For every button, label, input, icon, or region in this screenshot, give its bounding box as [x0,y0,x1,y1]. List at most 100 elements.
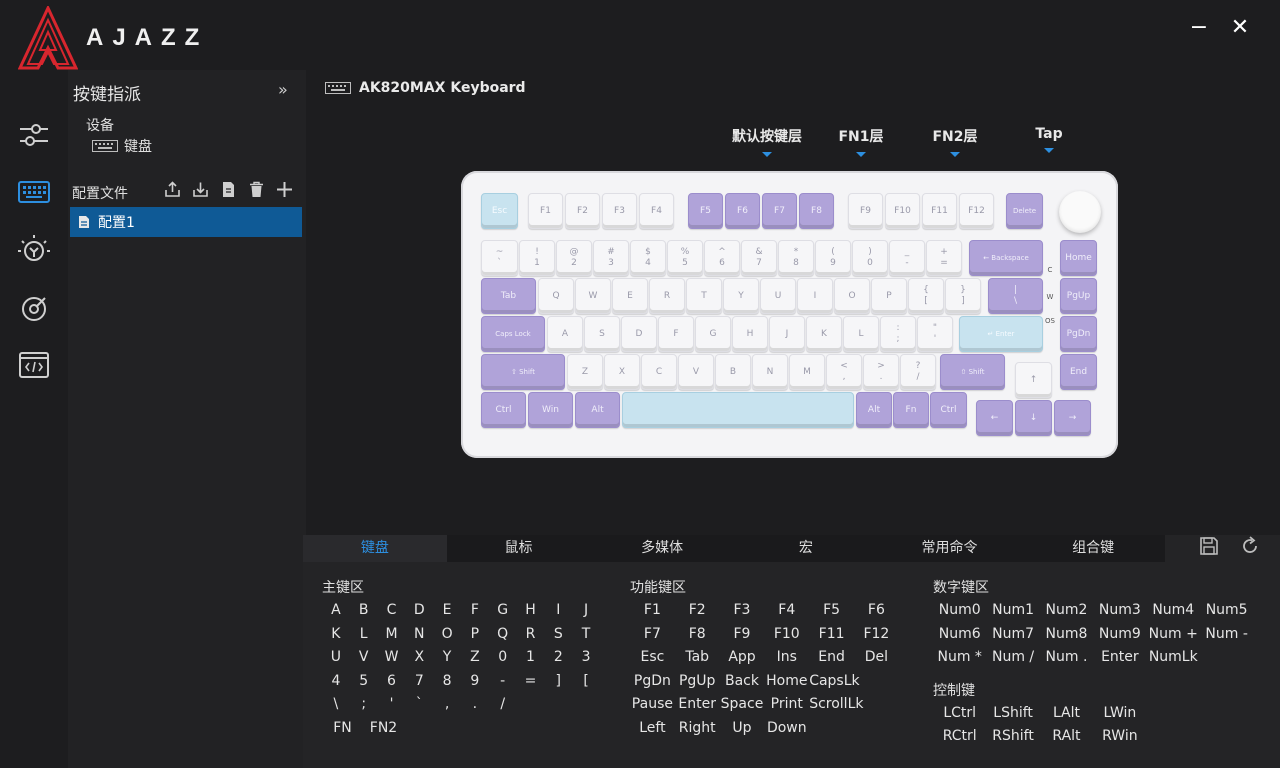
keycap[interactable]: F [658,316,694,352]
keycap[interactable]: Ctrl [481,392,526,428]
key-option[interactable]: Num2 [1040,599,1093,623]
rename-icon[interactable] [219,180,238,199]
keycap[interactable]: Y [723,278,759,314]
key-option[interactable]: Num + [1147,623,1200,647]
keycap[interactable]: ⇧ Shift [481,354,565,390]
sliders-icon[interactable] [17,118,51,152]
volume-knob[interactable] [1059,191,1101,233]
keycap[interactable]: ↓ [1015,400,1052,436]
device-item-keyboard[interactable]: 键盘 [92,136,152,156]
keycap[interactable]: $4 [630,240,666,276]
key-option[interactable]: Up [720,717,765,741]
key-option[interactable]: FN2 [363,717,404,741]
keycap[interactable]: U [760,278,796,314]
key-option[interactable]: Num * [933,646,986,670]
keycap[interactable]: >. [863,354,899,390]
key-option[interactable]: . [461,693,489,717]
key-option[interactable]: LShift [986,702,1039,726]
keycap[interactable]: " ' [917,316,953,352]
key-option[interactable]: K [322,623,350,647]
key-option[interactable]: App [720,646,765,670]
key-option[interactable]: F11 [809,623,854,647]
key-option[interactable]: H [517,599,545,623]
key-option[interactable]: 5 [350,670,378,694]
key-option[interactable]: E [433,599,461,623]
key-option[interactable]: ` [405,693,433,717]
key-option[interactable]: / [489,693,517,717]
key-option[interactable]: ' [378,693,406,717]
keycap[interactable]: ) 0 [852,240,888,276]
key-option[interactable]: Q [489,623,517,647]
keyboard-icon[interactable] [17,175,51,209]
keycap[interactable]: Home [1060,240,1097,276]
tab-fn2-layer[interactable]: FN2层 [908,126,1002,157]
key-option[interactable]: N [405,623,433,647]
keycap[interactable]: Alt [575,392,620,428]
key-option[interactable]: Num0 [933,599,986,623]
key-option[interactable]: Back [720,670,765,694]
key-option[interactable]: FN [322,717,363,741]
keycap[interactable]: {[ [908,278,944,314]
key-option[interactable]: Down [764,717,809,741]
keycap[interactable]: B [715,354,751,390]
keycap[interactable]: * 8 [778,240,814,276]
key-option[interactable]: Num8 [1040,623,1093,647]
keycap[interactable]: ^ 6 [704,240,740,276]
key-option[interactable]: 8 [433,670,461,694]
key-option[interactable]: W [378,646,406,670]
key-option[interactable]: \ [322,693,350,717]
key-option[interactable]: G [489,599,517,623]
keycap[interactable]: @2 [556,240,592,276]
keycap[interactable]: ! 1 [519,240,555,276]
keycap[interactable]: ⇧ Shift [940,354,1005,390]
key-option[interactable]: Ins [764,646,809,670]
collapse-panel-button[interactable]: » [278,80,288,99]
key-option[interactable]: F10 [764,623,809,647]
key-option[interactable]: - [489,670,517,694]
key-option[interactable]: Print [764,693,809,717]
keycap[interactable]: Fn [893,392,929,428]
key-option[interactable]: U [322,646,350,670]
tab-common-commands[interactable]: 常用命令 [878,535,1022,562]
key-option[interactable]: Enter [1093,646,1146,670]
key-option[interactable]: F12 [854,623,899,647]
key-option[interactable]: Enter [675,693,720,717]
keycap[interactable]: F2 [565,193,600,229]
key-option[interactable]: T [572,623,600,647]
save-icon[interactable] [1198,535,1220,557]
keycap[interactable]: O [834,278,870,314]
key-option[interactable]: LCtrl [933,702,986,726]
keycap[interactable]: End [1060,354,1097,390]
code-icon[interactable] [17,348,51,382]
key-option[interactable]: I [544,599,572,623]
key-option[interactable]: PgDn [630,670,675,694]
key-option[interactable]: 9 [461,670,489,694]
keycap[interactable]: P [871,278,907,314]
key-option[interactable]: RAlt [1040,725,1093,749]
key-option[interactable]: X [405,646,433,670]
key-option[interactable]: 4 [322,670,350,694]
key-option[interactable]: F6 [854,599,899,623]
keycap[interactable]: F8 [799,193,834,229]
key-option[interactable]: ] [544,670,572,694]
keycap[interactable]: C [641,354,677,390]
key-option[interactable]: M [378,623,406,647]
keycap[interactable]: S [584,316,620,352]
key-option[interactable]: F8 [675,623,720,647]
key-option[interactable]: 0 [489,646,517,670]
keycap[interactable]: _ - [889,240,925,276]
tab-tap-layer[interactable]: Tap [1002,126,1096,157]
lightbulb-icon[interactable] [17,233,51,267]
keycap[interactable]: | \ [988,278,1043,314]
keycap[interactable]: Caps Lock [481,316,545,352]
keycap[interactable]: + = [926,240,962,276]
key-option[interactable]: RWin [1093,725,1146,749]
keycap[interactable]: PgUp [1060,278,1097,314]
key-option[interactable]: Num1 [986,599,1039,623]
key-option[interactable]: J [572,599,600,623]
keycap[interactable]: F3 [602,193,637,229]
key-option[interactable]: Z [461,646,489,670]
key-option[interactable]: A [322,599,350,623]
add-icon[interactable] [275,180,294,199]
keycap[interactable]: Q [538,278,574,314]
